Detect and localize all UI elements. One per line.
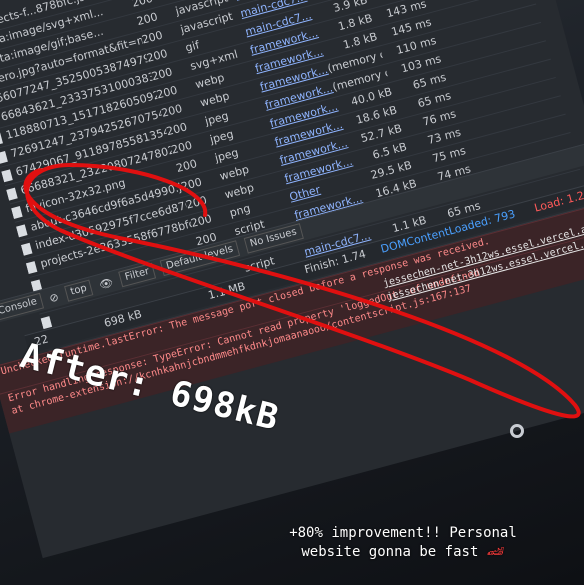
photo-background: projects-f...878bfc.js200javascriptmain-…: [0, 0, 584, 585]
devtools-screen: projects-f...878bfc.js200javascriptmain-…: [0, 0, 584, 559]
caption-overlay: +80% improvement!! Personal website gonn…: [238, 524, 568, 562]
file-icon: [15, 223, 28, 237]
eye-icon[interactable]: 👁: [98, 275, 115, 291]
file-icon: [1, 168, 13, 182]
caption-line-2: website gonna be fast: [301, 544, 479, 560]
car-icon: 🏎: [486, 544, 505, 560]
file-icon: [0, 150, 8, 164]
file-icon: [6, 187, 18, 201]
caption-line-1: +80% improvement!! Personal: [289, 525, 517, 541]
file-icon: [25, 260, 38, 274]
file-icon: [0, 132, 3, 146]
console-tab[interactable]: Console: [0, 292, 44, 322]
file-icon: [40, 315, 53, 329]
clear-console-icon[interactable]: ⊘: [48, 290, 60, 305]
file-icon: [10, 205, 23, 219]
file-icon: [20, 242, 33, 256]
gear-icon[interactable]: [510, 424, 524, 438]
